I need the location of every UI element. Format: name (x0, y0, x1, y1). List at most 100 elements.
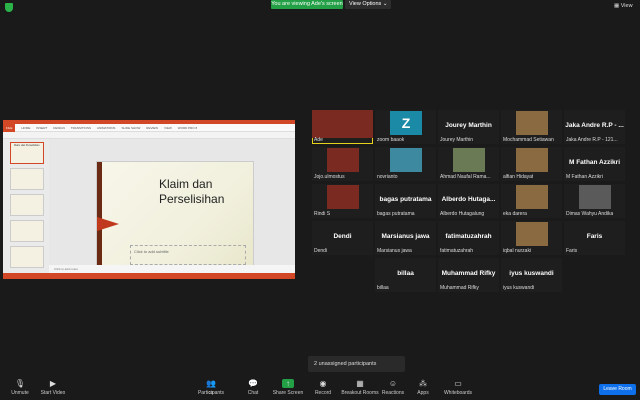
participant-name-label: M Fathan Azzikri (566, 174, 603, 180)
participant-tile[interactable]: Ade (312, 110, 373, 144)
ribbon-tab-review[interactable]: REVIEW (146, 126, 158, 130)
participant-display-name: Jourey Marthin (445, 122, 492, 129)
participant-tile[interactable]: Marsianus jawa Marsianus jawa (375, 221, 436, 255)
whiteboards-label: Whiteboards (443, 390, 473, 396)
reactions-icon: ☺ (388, 379, 398, 388)
slide-thumbnail[interactable] (10, 220, 44, 242)
subtitle-placeholder[interactable]: Click to add subtitle (130, 245, 246, 265)
viewing-screen-banner: You are viewing Ade's screen (271, 0, 343, 9)
slide-thumbnail-title: Klaim dan Perselisihan (14, 144, 40, 147)
view-options-label: View Options (349, 1, 382, 7)
whiteboards-button[interactable]: ▭ Whiteboards (438, 379, 478, 396)
participant-display-name: fatimatuzahrah (445, 233, 492, 240)
grid-icon: ▦ (614, 3, 620, 9)
start-video-button[interactable]: ▶ Start Video (33, 379, 73, 396)
participants-button[interactable]: 👥23 Participants (191, 379, 231, 396)
record-button[interactable]: ◉ Record (303, 379, 343, 396)
participant-tile[interactable]: Jojo.ulmostus (312, 147, 373, 181)
participant-video (327, 185, 359, 209)
chevron-down-icon: ⌄ (382, 1, 388, 7)
ribbon-tab-slideshow[interactable]: SLIDE SHOW (121, 126, 140, 130)
ribbon-tab-home[interactable]: HOME (21, 126, 30, 130)
ribbon-tab-file[interactable]: FILE (3, 124, 16, 132)
share-screen-button[interactable]: ↑ Share Screen (268, 379, 308, 396)
camera-off-icon: ▶ (49, 379, 57, 388)
slide-title[interactable]: Klaim dan Perselisihan (159, 177, 251, 207)
ribbon-tab-insert[interactable]: INSERT (36, 126, 47, 130)
participant-tile[interactable]: Dendi Dendi (312, 221, 373, 255)
participant-name-label: Dimas Wahyu Andika (566, 211, 614, 217)
leave-room-button[interactable]: Leave Room (599, 384, 636, 395)
participant-name-label: Jaka Andre R.P - 121... (566, 137, 618, 143)
participant-video (327, 148, 359, 172)
participant-tile[interactable]: Zzoom baaok (375, 110, 436, 144)
slide-thumbnail[interactable] (10, 194, 44, 216)
participant-name-label: iqbal nurzaki (503, 248, 532, 254)
participant-video (453, 148, 485, 172)
participant-name-label: Rindi S (314, 211, 331, 217)
view-button[interactable]: ▦ View (614, 2, 633, 11)
unmute-label: Unmute (11, 390, 29, 396)
participant-display-name: iyus kuswandi (509, 270, 554, 277)
participant-video (390, 148, 422, 172)
unassigned-participants-toast[interactable]: 2 unassigned participants (308, 356, 405, 372)
participant-tile[interactable]: iqbal nurzaki (501, 221, 562, 255)
slide-arrow-shape (97, 217, 119, 231)
participant-tile[interactable]: Jaka Andre R.P - ... Jaka Andre R.P - 121… (564, 110, 625, 144)
participant-name-label: Alberdo Hutagalung (440, 211, 485, 217)
record-icon: ◉ (319, 379, 327, 388)
participant-tile[interactable]: Faris Faris (564, 221, 625, 255)
participant-tile[interactable]: fatimatuzahrah fatimatuzahrah (438, 221, 499, 255)
participant-name-label: Marsianus jawa (377, 248, 412, 254)
share-screen-label: Share Screen (272, 390, 304, 396)
whiteboard-icon: ▭ (454, 379, 462, 388)
participant-video (312, 110, 373, 138)
microphone-muted-icon: 🎙 (14, 379, 26, 388)
participant-display-name: bagas putratama (379, 196, 432, 203)
participant-tile[interactable]: Mochammad Setiawan (501, 110, 562, 144)
ribbon-tab-transitions[interactable]: TRANSITIONS (71, 126, 91, 130)
participant-tile[interactable]: Alberdo Hutaga... Alberdo Hutagalung (438, 184, 499, 218)
participant-tile[interactable]: eka darera (501, 184, 562, 218)
security-shield-icon[interactable] (5, 3, 13, 12)
participant-display-name: Muhammad Rifky (441, 270, 496, 277)
chat-icon: 💬 (248, 379, 258, 388)
view-options-button[interactable]: View Options ⌄ (345, 0, 391, 9)
record-label: Record (314, 390, 332, 396)
chat-label: Chat (247, 390, 259, 396)
apps-button[interactable]: ⁂ Apps (403, 379, 443, 396)
participant-tile[interactable]: Rindi S (312, 184, 373, 218)
participant-tile[interactable]: Ahmad Naufal Rama... (438, 147, 499, 181)
ribbon-tab-animations[interactable]: ANIMATIONS (97, 126, 115, 130)
slide-editor: Klaim dan Perselisihan Click to add subt… (49, 139, 295, 279)
participant-display-name: Marsianus jawa (381, 233, 430, 240)
participant-tile[interactable]: iyus kuswandi iyus kuswandi (501, 258, 562, 292)
current-slide[interactable]: Klaim dan Perselisihan Click to add subt… (96, 161, 254, 279)
powerpoint-toolbar (3, 132, 295, 139)
participant-name-label: fatimatuzahrah (440, 248, 474, 254)
notes-placeholder[interactable]: Click to add notes (49, 265, 295, 273)
participant-tile[interactable]: M Fathan Azzikri M Fathan Azzikri (564, 147, 625, 181)
participant-tile[interactable]: alfian Hidayat (501, 147, 562, 181)
participant-tile[interactable]: bagas putratama bagas putratama (375, 184, 436, 218)
share-screen-icon: ↑ (282, 379, 294, 388)
slide-thumbnail[interactable] (10, 168, 44, 190)
participant-tile[interactable]: Dimas Wahyu Andika (564, 184, 625, 218)
participant-tile[interactable]: billaa billaa (375, 258, 436, 292)
participant-video (516, 185, 548, 209)
participant-name-label: novrianto (377, 174, 398, 180)
participant-tile[interactable]: Jourey Marthin Jourey Marthin (438, 110, 499, 144)
shared-screen: FILE HOME INSERT DESIGN TRANSITIONS ANIMATION… (3, 120, 295, 279)
chat-button[interactable]: 💬 Chat (233, 379, 273, 396)
start-video-label: Start Video (40, 390, 66, 396)
slide-thumbnail[interactable]: Klaim dan Perselisihan (10, 142, 44, 164)
ribbon-tab-wordpro[interactable]: WORD PRO 8 (178, 126, 197, 130)
participant-tile[interactable]: Muhammad Rifky Muhammad Rifky (438, 258, 499, 292)
apps-icon: ⁂ (419, 379, 427, 388)
participant-name-label: zoom baaok (377, 137, 405, 143)
ribbon-tab-view[interactable]: VIEW (164, 126, 172, 130)
participant-tile[interactable]: novrianto (375, 147, 436, 181)
ribbon-tab-design[interactable]: DESIGN (53, 126, 65, 130)
participant-display-name: Jaka Andre R.P - ... (565, 122, 624, 129)
slide-thumbnail[interactable] (10, 246, 44, 268)
